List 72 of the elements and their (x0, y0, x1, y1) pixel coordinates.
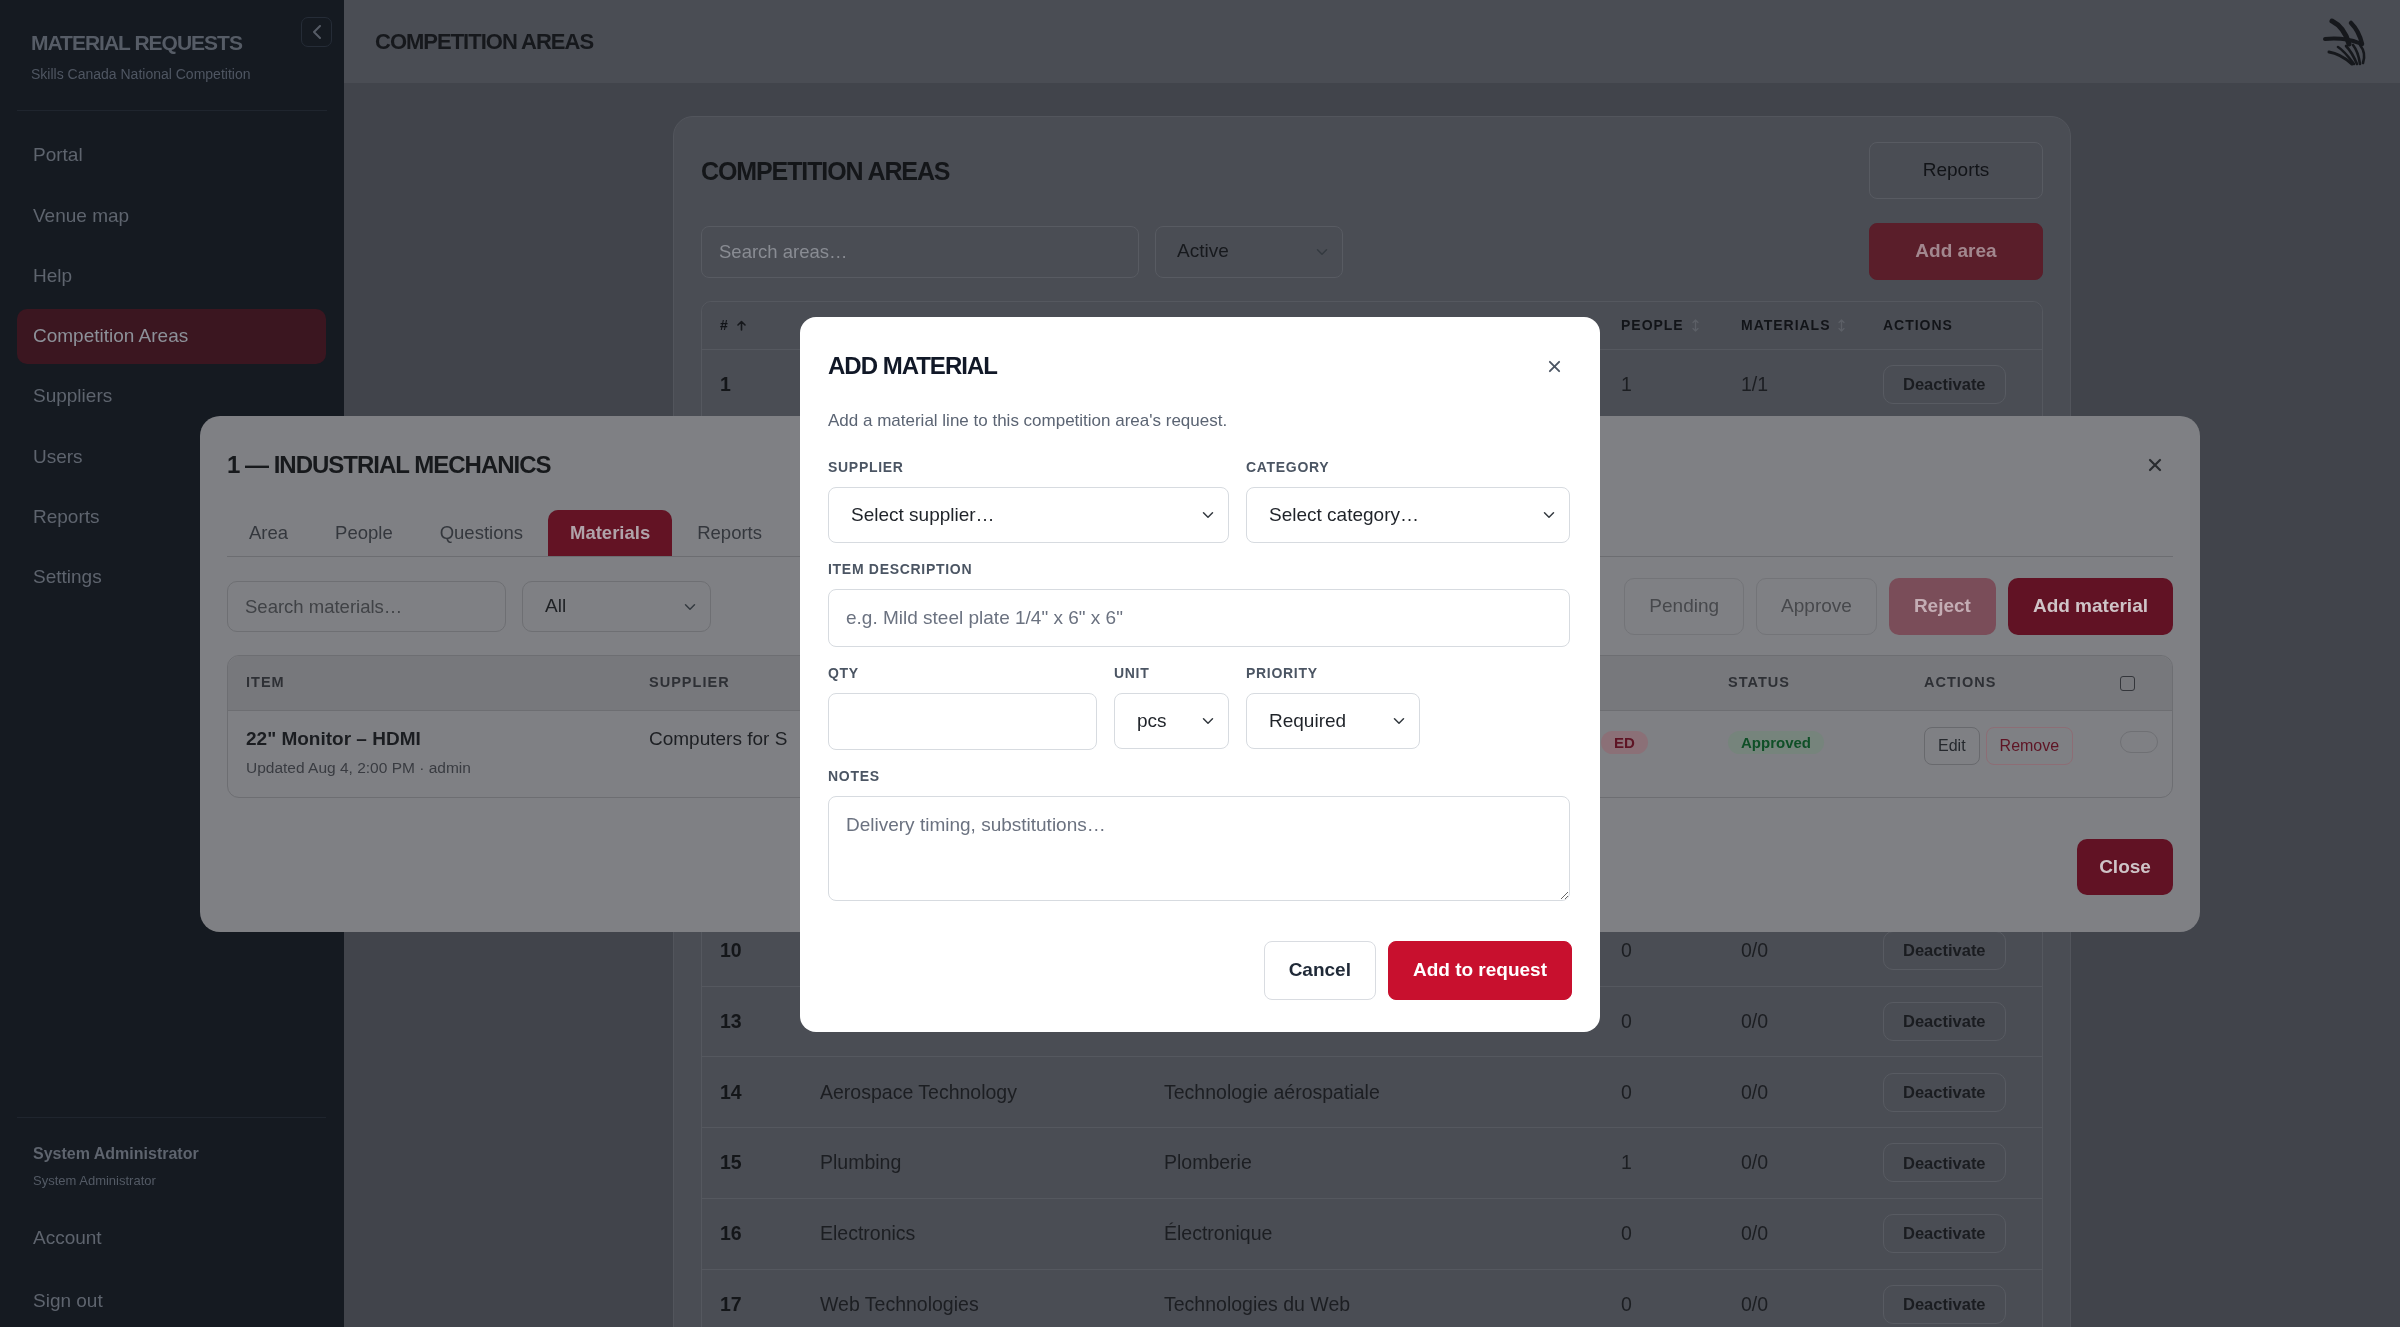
field-label: QTY (828, 664, 860, 682)
column-header: PEOPLE (1621, 315, 1684, 335)
tab[interactable]: Materials (548, 510, 673, 556)
column-header: STATUS (1728, 673, 1790, 693)
row-number: 17 (720, 1291, 742, 1317)
input-field[interactable]: e.g. Mild steel plate 1/4" x 6" x 6" (828, 589, 1570, 647)
row-number: 14 (720, 1079, 742, 1105)
add-to-request-button[interactable]: Add to request (1387, 941, 1572, 1000)
dropdown[interactable]: Select category… (1246, 487, 1570, 543)
close-icon (2148, 458, 2162, 472)
user-name: System Administrator (33, 1144, 200, 1164)
cancel-button[interactable]: Cancel (1263, 941, 1376, 1000)
remove-button[interactable]: Remove (1985, 727, 2074, 765)
tab[interactable]: Reports (675, 510, 784, 556)
close-modal-button[interactable]: Close (2077, 839, 2173, 895)
tab[interactable]: People (313, 510, 415, 556)
row-number: 16 (720, 1221, 742, 1247)
supplier-name: Computers for S (649, 728, 788, 749)
modal-description: Add a material line to this competition area's request. (828, 410, 1229, 432)
nav-link[interactable]: Portal (17, 128, 326, 183)
modal-title: 1 — INDUSTRIAL MECHANICS (227, 450, 551, 480)
card-title: COMPETITION AREAS (701, 155, 950, 187)
text-area[interactable]: Delivery timing, substitutions… (828, 796, 1570, 901)
dropdown[interactable]: pcs (1114, 693, 1229, 749)
page-title: COMPETITION AREAS (375, 27, 594, 56)
reports-button[interactable]: Reports (1869, 142, 2043, 199)
tab[interactable]: Area (227, 510, 311, 556)
nav-link[interactable]: Venue map (17, 188, 326, 244)
input-field[interactable] (828, 693, 1097, 750)
search-field[interactable]: Search materials… (227, 581, 506, 632)
column-header: ITEM (246, 673, 285, 693)
tab[interactable]: Questions (417, 510, 545, 556)
column-header: ACTIONS (1924, 673, 1997, 693)
user-role: System Administrator (33, 1173, 157, 1189)
add-material-button[interactable]: Add material (2007, 578, 2173, 635)
column-header: ACTIONS (1883, 315, 1953, 335)
row-number: 13 (720, 1008, 742, 1034)
status-dropdown[interactable]: Active (1155, 225, 1343, 278)
status-badge: Approved (1728, 731, 1824, 754)
modal-title: ADD MATERIAL (828, 351, 997, 381)
app-title: MATERIAL REQUESTS (31, 30, 243, 56)
field-label: SUPPLIER (828, 458, 905, 476)
nav-link[interactable]: Sign out (17, 1276, 326, 1326)
nav-link[interactable]: Suppliers (17, 369, 326, 425)
item-meta: Updated Aug 4, 2:00 PM · admin (246, 758, 472, 777)
nav-link[interactable]: Help (17, 248, 326, 304)
row-number: 15 (720, 1150, 742, 1176)
field-label: PRIORITY (1246, 664, 1319, 682)
column-header: MATERIALS (1741, 315, 1831, 335)
row-number: 10 (720, 938, 742, 963)
item-name: 22" Monitor – HDMI (246, 727, 422, 750)
chevron-left-icon (311, 25, 322, 39)
column-header: SUPPLIER (649, 673, 730, 693)
priority-badge: ED (1601, 731, 1648, 754)
dropdown[interactable]: Select supplier… (828, 487, 1229, 543)
select-all-checkbox[interactable] (2120, 675, 2135, 691)
field-label: NOTES (828, 767, 881, 785)
column-header: # (720, 315, 729, 335)
field-label: CATEGORY (1246, 458, 1331, 476)
field-label: UNIT (1114, 664, 1151, 682)
app-subtitle: Skills Canada National Competition (31, 65, 251, 83)
search-field[interactable]: Search areas… (701, 225, 1139, 278)
nav-link[interactable]: Competition Areas (17, 308, 326, 364)
field-label: ITEM DESCRIPTION (828, 560, 974, 578)
add-area-button[interactable]: Add area (1869, 223, 2043, 280)
close-icon (1547, 359, 1561, 373)
dropdown[interactable]: Required (1246, 693, 1420, 749)
status-dropdown[interactable]: All (522, 581, 711, 632)
nav-link[interactable]: Account (17, 1213, 326, 1263)
edit-button[interactable]: Edit (1924, 727, 1980, 765)
row-number: 1 (720, 371, 731, 397)
collapse-sidebar-button[interactable] (301, 17, 332, 47)
